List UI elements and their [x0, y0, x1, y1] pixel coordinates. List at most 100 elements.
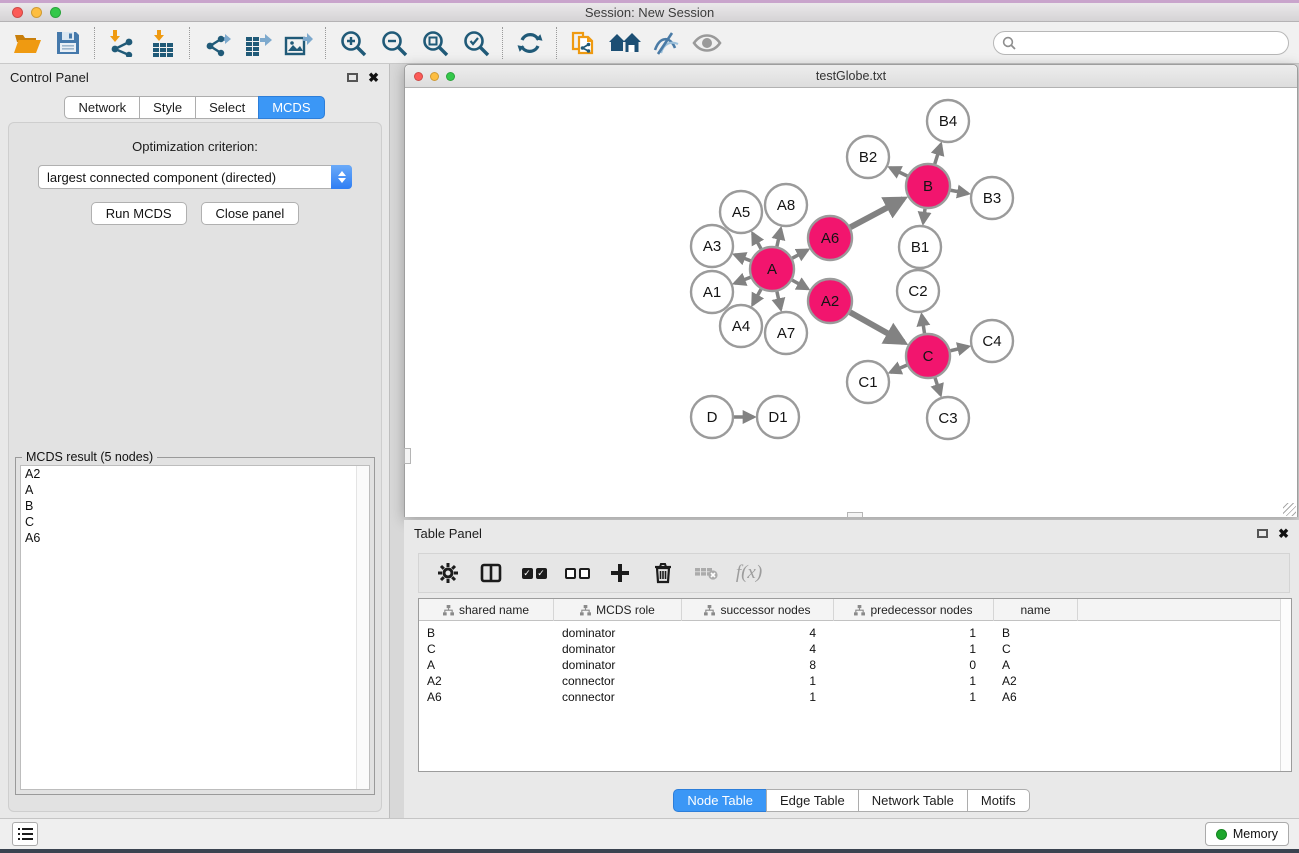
- node-C[interactable]: C: [906, 334, 950, 378]
- edge-A-A2[interactable]: [792, 280, 808, 289]
- close-table-panel-icon[interactable]: ✖: [1278, 527, 1289, 540]
- home-view-icon[interactable]: [604, 25, 645, 61]
- search-field[interactable]: [993, 31, 1289, 55]
- edge-A-A8[interactable]: [777, 229, 781, 247]
- cell-name[interactable]: C: [994, 641, 1078, 657]
- zoom-in-icon[interactable]: [332, 25, 373, 61]
- cell-predecessor-nodes[interactable]: 1: [834, 641, 994, 657]
- optimization-criterion-select[interactable]: largest connected component (directed): [38, 165, 352, 189]
- node-B4[interactable]: B4: [927, 100, 969, 142]
- node-D[interactable]: D: [691, 396, 733, 438]
- node-A8[interactable]: A8: [765, 184, 807, 226]
- task-history-button[interactable]: [12, 822, 38, 846]
- edge-C-C2[interactable]: [922, 315, 925, 333]
- cell-shared-name[interactable]: B: [419, 625, 554, 641]
- function-builder-icon[interactable]: f(x): [732, 557, 766, 589]
- zoom-selected-icon[interactable]: [455, 25, 496, 61]
- import-network-icon[interactable]: [101, 25, 142, 61]
- cell-predecessor-nodes[interactable]: 1: [834, 625, 994, 641]
- zoom-out-icon[interactable]: [373, 25, 414, 61]
- table-row-a2[interactable]: A2connector11A2: [419, 673, 1291, 689]
- export-network-icon[interactable]: [196, 25, 237, 61]
- node-A[interactable]: A: [750, 247, 794, 291]
- network-graph[interactable]: B4B2BB3A8A5A6A3B1AA1C2A2A4A7C4CC1C3DD1: [405, 88, 1297, 516]
- node-C2[interactable]: C2: [897, 270, 939, 312]
- network-window-titlebar[interactable]: testGlobe.txt: [405, 65, 1297, 88]
- node-C1[interactable]: C1: [847, 361, 889, 403]
- deselect-all-icon[interactable]: [560, 557, 594, 589]
- mcds-result-item-b[interactable]: B: [21, 498, 369, 514]
- cell-successor-nodes[interactable]: 8: [682, 657, 834, 673]
- float-panel-icon[interactable]: [347, 73, 358, 82]
- edge-A-A6[interactable]: [792, 250, 807, 258]
- edge-C-C4[interactable]: [950, 347, 968, 351]
- cell-MCDS-role[interactable]: dominator: [554, 641, 682, 657]
- edge-A-A3[interactable]: [735, 255, 751, 261]
- column-header-shared-name[interactable]: shared name: [419, 599, 554, 621]
- node-A3[interactable]: A3: [691, 225, 733, 267]
- edge-A-A7[interactable]: [777, 291, 781, 309]
- table-scrollbar[interactable]: [1280, 599, 1291, 771]
- run-mcds-button[interactable]: Run MCDS: [91, 202, 187, 225]
- refresh-icon[interactable]: [509, 25, 550, 61]
- edge-A-A1[interactable]: [735, 277, 751, 283]
- cell-MCDS-role[interactable]: connector: [554, 689, 682, 705]
- edge-A2-C[interactable]: [850, 312, 904, 342]
- cell-name[interactable]: A6: [994, 689, 1078, 705]
- table-row-a[interactable]: Adominator80A: [419, 657, 1291, 673]
- node-A2[interactable]: A2: [808, 279, 852, 323]
- tab-motifs[interactable]: Motifs: [967, 789, 1030, 812]
- select-all-icon[interactable]: ✓✓: [517, 557, 551, 589]
- edge-C-C3[interactable]: [935, 378, 940, 395]
- mcds-result-item-a6[interactable]: A6: [21, 530, 369, 546]
- list-scrollbar[interactable]: [356, 466, 369, 789]
- tab-mcds[interactable]: MCDS: [258, 96, 324, 119]
- cell-shared-name[interactable]: A2: [419, 673, 554, 689]
- destroy-table-icon[interactable]: [689, 557, 723, 589]
- cell-predecessor-nodes[interactable]: 1: [834, 673, 994, 689]
- cell-shared-name[interactable]: A: [419, 657, 554, 673]
- float-table-panel-icon[interactable]: [1257, 529, 1268, 538]
- cell-successor-nodes[interactable]: 1: [682, 689, 834, 705]
- edge-A-A4[interactable]: [753, 289, 761, 304]
- cell-shared-name[interactable]: A6: [419, 689, 554, 705]
- close-panel-button[interactable]: Close panel: [201, 202, 300, 225]
- mcds-result-item-c[interactable]: C: [21, 514, 369, 530]
- export-image-icon[interactable]: [278, 25, 319, 61]
- mcds-result-item-a[interactable]: A: [21, 482, 369, 498]
- clone-network-icon[interactable]: [563, 25, 604, 61]
- column-header-predecessor-nodes[interactable]: predecessor nodes: [834, 599, 994, 621]
- delete-column-icon[interactable]: [646, 557, 680, 589]
- tab-network[interactable]: Network: [64, 96, 140, 119]
- edge-B-B4[interactable]: [935, 144, 941, 164]
- node-B1[interactable]: B1: [899, 226, 941, 268]
- close-panel-icon[interactable]: ✖: [368, 71, 379, 84]
- node-A6[interactable]: A6: [808, 216, 852, 260]
- table-row-a6[interactable]: A6connector11A6: [419, 689, 1291, 705]
- cell-MCDS-role[interactable]: connector: [554, 673, 682, 689]
- add-column-icon[interactable]: [603, 557, 637, 589]
- cell-MCDS-role[interactable]: dominator: [554, 657, 682, 673]
- vertical-scroll-handle[interactable]: [404, 448, 411, 464]
- tab-select[interactable]: Select: [195, 96, 259, 119]
- memory-button[interactable]: Memory: [1205, 822, 1289, 846]
- zoom-fit-icon[interactable]: [414, 25, 455, 61]
- show-hidden-eye-icon[interactable]: [686, 25, 727, 61]
- cell-name[interactable]: A: [994, 657, 1078, 673]
- edge-B-B2[interactable]: [890, 168, 907, 176]
- node-C3[interactable]: C3: [927, 397, 969, 439]
- edge-A-A5[interactable]: [753, 234, 761, 249]
- column-header-MCDS-role[interactable]: MCDS role: [554, 599, 682, 621]
- node-B3[interactable]: B3: [971, 177, 1013, 219]
- node-A5[interactable]: A5: [720, 191, 762, 233]
- node-table[interactable]: shared nameMCDS rolesuccessor nodesprede…: [418, 598, 1292, 772]
- network-canvas[interactable]: B4B2BB3A8A5A6A3B1AA1C2A2A4A7C4CC1C3DD1: [405, 88, 1297, 517]
- cell-predecessor-nodes[interactable]: 1: [834, 689, 994, 705]
- node-D1[interactable]: D1: [757, 396, 799, 438]
- node-B2[interactable]: B2: [847, 136, 889, 178]
- mcds-result-item-a2[interactable]: A2: [21, 466, 369, 482]
- tab-style[interactable]: Style: [139, 96, 196, 119]
- column-header-successor-nodes[interactable]: successor nodes: [682, 599, 834, 621]
- horizontal-scroll-handle[interactable]: [847, 512, 863, 518]
- edge-C-C1[interactable]: [890, 365, 906, 372]
